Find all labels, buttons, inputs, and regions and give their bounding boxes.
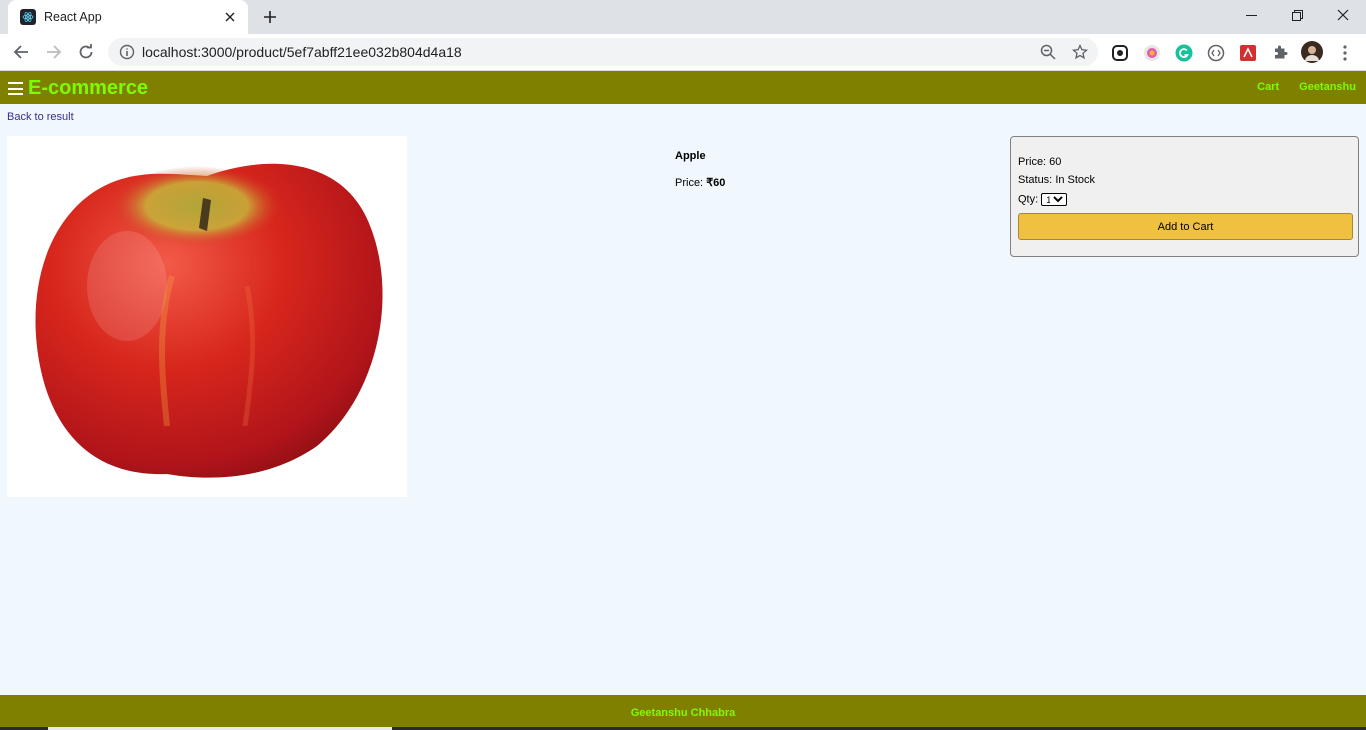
hamburger-menu-icon[interactable]	[8, 82, 23, 95]
footer-text: Geetanshu Chhabra	[630, 706, 736, 719]
grammarly-icon[interactable]	[1174, 43, 1194, 63]
code-extension-icon[interactable]	[1206, 43, 1226, 63]
qty-select[interactable]: 1	[1041, 193, 1068, 206]
product-image	[7, 136, 407, 497]
extension-color-icon[interactable]	[1142, 43, 1162, 63]
extensions-puzzle-icon[interactable]	[1270, 43, 1290, 63]
url-text[interactable]: localhost:3000/product/5ef7abff21ee032b8…	[142, 38, 462, 66]
product-price-label: Price:	[675, 177, 704, 189]
browser-menu-icon[interactable]	[1335, 43, 1355, 63]
status-value: In Stock	[1055, 174, 1096, 186]
user-profile-link[interactable]: Geetanshu	[1299, 81, 1356, 93]
reload-icon[interactable]	[72, 38, 100, 66]
back-arrow-icon[interactable]	[7, 38, 35, 66]
header-links: Cart Geetanshu	[1257, 81, 1356, 93]
brand-logo-link[interactable]: E-commerce	[28, 77, 148, 100]
product-action-card: Price: 60 Status: In Stock Qty: 1 Add to…	[1010, 136, 1359, 257]
card-price: Price: 60	[1018, 156, 1062, 168]
card-qty: Qty: 1	[1018, 193, 1068, 206]
app-header: E-commerce Cart Geetanshu	[0, 71, 1366, 104]
card-status: Status: In Stock	[1018, 174, 1095, 186]
qty-label: Qty:	[1018, 193, 1039, 206]
forward-arrow-icon[interactable]	[40, 38, 68, 66]
window-close-icon[interactable]	[1320, 0, 1366, 30]
bookmark-star-icon[interactable]	[1071, 43, 1089, 60]
add-to-cart-button[interactable]: Add to Cart	[1018, 213, 1353, 240]
browser-tab[interactable]: React App	[8, 0, 248, 34]
cart-link[interactable]: Cart	[1257, 81, 1279, 93]
product-price-value: ₹60	[706, 177, 726, 189]
status-label: Status:	[1018, 174, 1053, 186]
back-to-result-link[interactable]: Back to result	[7, 111, 74, 123]
window-restore-icon[interactable]	[1274, 0, 1320, 30]
product-name: Apple	[675, 150, 706, 162]
profile-avatar[interactable]	[1301, 41, 1323, 63]
new-tab-plus-icon[interactable]	[258, 6, 282, 28]
tab-close-icon[interactable]	[222, 9, 238, 25]
browser-tab-bar: React App	[0, 0, 1366, 34]
page-footer: Geetanshu Chhabra	[0, 695, 1366, 730]
red-extension-icon[interactable]	[1238, 43, 1258, 63]
product-price: Price: ₹60	[675, 176, 725, 189]
react-favicon-icon	[20, 9, 36, 25]
browser-toolbar: localhost:3000/product/5ef7abff21ee032b8…	[0, 34, 1366, 71]
window-minimize-icon[interactable]	[1228, 0, 1274, 30]
product-details: Apple Price: ₹60	[675, 150, 725, 189]
zoom-icon[interactable]	[1040, 44, 1056, 60]
extension-icon[interactable]	[1110, 43, 1130, 63]
address-bar[interactable]: localhost:3000/product/5ef7abff21ee032b8…	[108, 38, 1098, 66]
tab-title: React App	[44, 10, 102, 24]
site-info-icon[interactable]	[119, 44, 135, 60]
